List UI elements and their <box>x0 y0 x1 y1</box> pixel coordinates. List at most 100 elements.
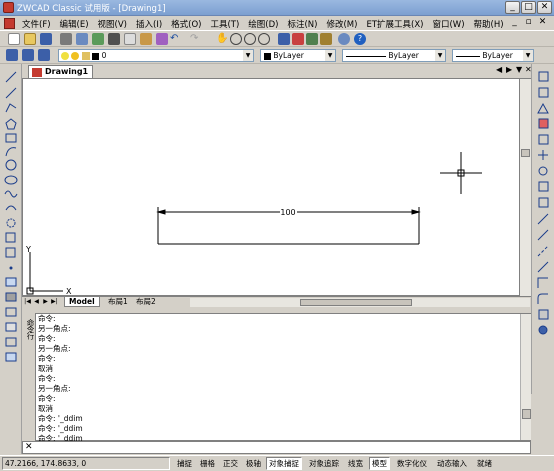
mtext-icon[interactable] <box>5 352 17 362</box>
menu-file[interactable]: 文件(F) <box>22 18 51 30</box>
extend-icon[interactable] <box>537 229 549 241</box>
print-preview-icon[interactable] <box>76 33 88 45</box>
zoom-realtime-icon[interactable] <box>230 33 242 45</box>
tab-close-icon[interactable]: ✕ <box>525 65 532 74</box>
properties-icon[interactable] <box>278 33 290 45</box>
chamfer-icon[interactable] <box>537 277 548 288</box>
command-scroll-thumb[interactable] <box>522 409 531 419</box>
match-properties-icon[interactable] <box>156 33 168 45</box>
move-icon[interactable] <box>538 150 548 160</box>
construction-line-icon[interactable] <box>5 87 17 99</box>
redo-icon[interactable]: ↷ <box>190 33 202 45</box>
break-icon[interactable] <box>537 245 549 257</box>
region-icon[interactable] <box>5 307 17 317</box>
status-lineweight-button[interactable]: 线宽 <box>345 457 366 470</box>
color-dropdown[interactable]: ByLayer ▼ <box>260 49 336 62</box>
line-tool-icon[interactable] <box>5 71 17 83</box>
command-input[interactable]: ✕ <box>22 441 531 454</box>
copy-object-icon[interactable] <box>538 87 549 98</box>
status-osnap-button[interactable]: 对象捕捉 <box>266 457 302 470</box>
command-scrollbar[interactable] <box>520 314 531 440</box>
hatch-icon[interactable] <box>5 277 17 287</box>
doc-restore-button[interactable]: ▫ <box>523 17 534 28</box>
status-polar-button[interactable]: 极轴 <box>243 457 264 470</box>
next-layout-arrow-icon[interactable]: ▶ <box>41 297 50 307</box>
layer-previous-icon[interactable] <box>22 49 34 61</box>
tab-prev-arrow-icon[interactable]: ◀ <box>496 65 502 74</box>
insert-block-icon[interactable] <box>5 232 16 243</box>
new-file-icon[interactable] <box>8 33 20 45</box>
menu-draw[interactable]: 绘图(D) <box>248 18 278 30</box>
spline-icon[interactable] <box>4 190 18 198</box>
fillet-icon[interactable] <box>537 293 548 304</box>
zoom-previous-icon[interactable] <box>258 33 270 45</box>
open-folder-icon[interactable] <box>24 33 36 45</box>
horizontal-scroll-thumb[interactable] <box>300 299 412 306</box>
vertical-scroll-thumb[interactable] <box>521 149 530 157</box>
print-icon[interactable] <box>60 33 72 45</box>
status-tablet-button[interactable]: 数字化仪 <box>394 457 430 470</box>
status-otrack-button[interactable]: 对象追踪 <box>306 457 342 470</box>
canvas-vertical-scrollbar[interactable] <box>520 78 531 296</box>
publish-icon[interactable] <box>92 33 104 45</box>
cut-icon[interactable] <box>108 33 120 45</box>
status-grid-button[interactable]: 栅格 <box>197 457 218 470</box>
close-command-window-icon[interactable]: ✕ <box>25 442 33 453</box>
prev-layout-arrow-icon[interactable]: ◀ <box>32 297 41 307</box>
menu-view[interactable]: 视图(V) <box>98 18 127 30</box>
polygon-icon[interactable] <box>5 118 17 130</box>
menu-help[interactable]: 帮助(H) <box>474 18 504 30</box>
paste-icon[interactable] <box>140 33 152 45</box>
layer-dropdown[interactable]: 0 ▼ <box>58 49 254 62</box>
arc-icon[interactable] <box>5 147 17 157</box>
tab-layout1[interactable]: 布局1 <box>106 297 130 307</box>
design-center-icon[interactable] <box>292 33 304 45</box>
menu-tools[interactable]: 工具(T) <box>210 18 239 30</box>
join-icon[interactable] <box>537 261 549 273</box>
table-icon[interactable] <box>5 337 17 347</box>
pan-icon[interactable]: ✋ <box>216 33 228 45</box>
status-model-button[interactable]: 模型 <box>369 457 390 470</box>
copy-icon[interactable] <box>124 33 136 45</box>
menu-edit[interactable]: 编辑(E) <box>60 18 89 30</box>
gradient-icon[interactable] <box>5 292 17 302</box>
trim-icon[interactable] <box>537 213 549 225</box>
last-layout-arrow-icon[interactable]: ▶| <box>50 297 59 307</box>
zoom-window-icon[interactable] <box>244 33 256 45</box>
rectangle-icon[interactable] <box>5 133 17 143</box>
explode-icon[interactable] <box>538 309 549 320</box>
tab-model[interactable]: Model <box>64 297 100 307</box>
properties-palette-icon[interactable] <box>538 325 548 335</box>
close-button[interactable]: ✕ <box>537 1 552 14</box>
help-icon[interactable]: ? <box>354 33 366 45</box>
tab-next-arrow-icon[interactable]: ▶ <box>506 65 512 74</box>
document-tab[interactable]: Drawing1 <box>28 65 94 78</box>
erase-icon[interactable] <box>538 71 549 82</box>
sheet-set-icon[interactable] <box>320 33 332 45</box>
maximize-button[interactable]: □ <box>521 1 536 14</box>
save-icon[interactable] <box>40 33 52 45</box>
layer-manager-icon[interactable] <box>6 49 18 61</box>
offset-icon[interactable] <box>538 118 549 129</box>
tab-layout2[interactable]: 布局2 <box>134 297 158 307</box>
polyline-icon[interactable] <box>5 103 17 113</box>
menu-insert[interactable]: 插入(I) <box>136 18 162 30</box>
ellipse-icon[interactable] <box>4 175 18 185</box>
array-icon[interactable] <box>538 134 549 145</box>
scale-icon[interactable] <box>538 181 549 192</box>
revision-cloud-icon[interactable] <box>5 205 17 211</box>
layer-state-icon[interactable] <box>38 49 50 61</box>
canvas-horizontal-scrollbar[interactable] <box>190 298 530 307</box>
donut-icon[interactable] <box>6 218 16 228</box>
tab-list-arrow-icon[interactable]: ▼ <box>516 65 522 74</box>
undo-icon[interactable]: ↶ <box>170 33 182 45</box>
minimize-button[interactable]: _ <box>505 1 520 14</box>
point-icon[interactable] <box>9 266 13 270</box>
mirror-icon[interactable] <box>537 102 549 114</box>
menu-dimension[interactable]: 标注(N) <box>287 18 317 30</box>
lineweight-dropdown[interactable]: ByLayer ▼ <box>452 49 534 62</box>
wipeout-icon[interactable] <box>5 322 17 332</box>
doc-minimize-button[interactable]: _ <box>509 17 520 28</box>
drawing-canvas[interactable]: 100 Y X <box>22 78 520 296</box>
status-ortho-button[interactable]: 正交 <box>220 457 241 470</box>
